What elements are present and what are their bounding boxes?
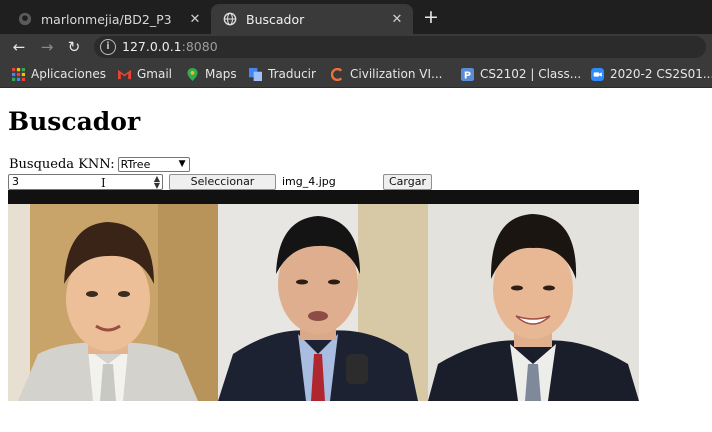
globe-icon	[223, 12, 237, 26]
pronto-icon: P	[461, 67, 474, 81]
new-tab-button[interactable]: +	[420, 6, 442, 28]
bookmark-traducir[interactable]: Traducir	[249, 66, 316, 82]
page-content: Buscador Busqueda KNN: RTree ▼ 3 I ▲ ▼ Se…	[0, 89, 712, 432]
bookmark-cs2s01[interactable]: 2020-2 CS2S01...	[591, 66, 712, 82]
text-cursor-icon: I	[101, 176, 106, 190]
k-number-input[interactable]: 3 I ▲ ▼	[8, 174, 163, 190]
gmail-icon	[118, 69, 131, 79]
choose-file-button[interactable]: Seleccionar archivo	[169, 174, 276, 202]
result-image-2	[218, 204, 428, 401]
bookmark-aplicaciones[interactable]: Aplicaciones	[12, 66, 106, 82]
result-image-1	[8, 204, 218, 401]
chevron-down-icon: ▼	[178, 159, 186, 169]
bookmark-gmail[interactable]: Gmail	[118, 66, 172, 82]
apps-grid-icon	[12, 67, 25, 81]
page-title: Buscador	[8, 107, 141, 136]
load-button[interactable]: Cargar	[383, 174, 432, 190]
zoom-icon	[591, 67, 604, 81]
maps-icon	[187, 67, 198, 81]
bookmark-cs2102[interactable]: P CS2102 | Class...	[461, 66, 581, 82]
translate-icon	[249, 67, 262, 81]
knn-row: Busqueda KNN: RTree ▼	[9, 157, 190, 172]
close-tab-icon[interactable]: ✕	[387, 12, 407, 27]
selected-file-name: img_4.jpg	[282, 175, 336, 188]
tab-buscador[interactable]: Buscador ✕	[211, 4, 413, 34]
url-text: 127.0.0.1:8080	[122, 39, 218, 54]
tab-title: marlonmejia/BD2_P3	[41, 11, 172, 27]
spinner-arrows-icon[interactable]: ▲ ▼	[154, 175, 160, 190]
knn-method-select[interactable]: RTree ▼	[117, 157, 190, 172]
results-gallery	[8, 190, 639, 401]
knn-label: Busqueda KNN:	[9, 157, 115, 172]
svg-text:P: P	[464, 70, 471, 81]
back-arrow-icon[interactable]: ←	[8, 36, 30, 58]
bookmarks-bar: Aplicaciones Gmail Maps Traducir Civiliz…	[0, 60, 712, 88]
bookmark-civilization[interactable]: Civilization VI...	[331, 66, 442, 82]
result-image-3	[428, 204, 639, 401]
address-bar[interactable]: i 127.0.0.1:8080	[94, 36, 706, 58]
close-tab-icon[interactable]: ✕	[185, 12, 205, 27]
tab-github[interactable]: marlonmejia/BD2_P3 ✕	[6, 4, 211, 34]
github-icon	[18, 12, 32, 26]
info-icon[interactable]: i	[100, 39, 116, 55]
forward-arrow-icon[interactable]: →	[36, 36, 58, 58]
tab-title: Buscador	[246, 11, 305, 27]
browser-toolbar: ← → ↻ i 127.0.0.1:8080	[0, 34, 712, 60]
tab-strip: marlonmejia/BD2_P3 ✕ Buscador ✕ +	[0, 0, 712, 34]
reload-icon[interactable]: ↻	[63, 36, 85, 58]
civilization-icon	[331, 67, 343, 81]
bookmark-maps[interactable]: Maps	[186, 66, 237, 82]
